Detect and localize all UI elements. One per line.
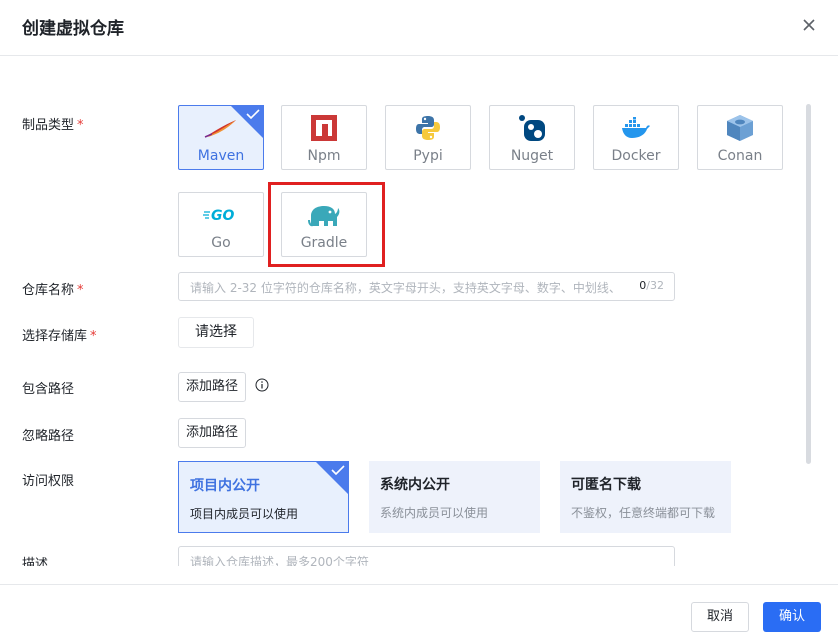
access-option-desc: 项目内成员可以使用 bbox=[190, 507, 299, 521]
nuget-icon bbox=[490, 114, 574, 142]
dialog-body: 制品类型 * Maven Npm Pypi Nuget Docker Conan… bbox=[0, 56, 838, 566]
type-card-name: Nuget bbox=[510, 148, 554, 164]
type-card-name: Npm bbox=[307, 148, 341, 164]
required-mark: * bbox=[77, 118, 84, 133]
cancel-button[interactable]: 取消 bbox=[691, 602, 749, 632]
description-label: 描述 bbox=[22, 557, 49, 566]
repo-name-input[interactable]: 请输入 2-32 位字符的仓库名称，英文字母开头，支持英文字母、数字、中划线、 … bbox=[178, 272, 675, 301]
required-mark: * bbox=[90, 329, 97, 344]
access-option-title: 系统内公开 bbox=[380, 477, 450, 493]
type-card-nuget[interactable]: Nuget bbox=[489, 105, 575, 170]
access-option-desc: 不鉴权，任意终端都可下载 bbox=[571, 506, 716, 520]
access-option-system-public[interactable]: 系统内公开 系统内成员可以使用 bbox=[369, 461, 540, 533]
artifact-type-label: 制品类型 * bbox=[22, 114, 84, 133]
storage-label: 选择存储库 * bbox=[22, 325, 97, 344]
type-card-pypi[interactable]: Pypi bbox=[385, 105, 471, 170]
type-card-npm[interactable]: Npm bbox=[281, 105, 367, 170]
close-icon[interactable] bbox=[798, 14, 820, 36]
access-option-title: 项目内公开 bbox=[190, 478, 260, 494]
ignore-path-label: 忽略路径 bbox=[22, 429, 75, 444]
access-option-anonymous[interactable]: 可匿名下载 不鉴权，任意终端都可下载 bbox=[560, 461, 731, 533]
highlight-box bbox=[268, 182, 385, 267]
python-icon bbox=[386, 114, 470, 142]
access-option-title: 可匿名下载 bbox=[571, 477, 641, 493]
repo-name-placeholder: 请输入 2-32 位字符的仓库名称，英文字母开头，支持英文字母、数字、中划线、 bbox=[190, 281, 621, 295]
repo-name-label-text: 仓库名称 bbox=[22, 283, 75, 298]
access-option-project-public[interactable]: 项目内公开 项目内成员可以使用 bbox=[178, 461, 349, 533]
access-label: 访问权限 bbox=[22, 474, 75, 489]
docker-whale-icon bbox=[594, 114, 678, 142]
type-card-conan[interactable]: Conan bbox=[697, 105, 783, 170]
create-virtual-repo-dialog: 创建虚拟仓库 制品类型 * Maven Npm Pypi Nuget Docke… bbox=[0, 0, 838, 642]
dialog-header: 创建虚拟仓库 bbox=[0, 0, 838, 56]
conan-cube-icon bbox=[698, 114, 782, 142]
select-storage-button[interactable]: 请选择 bbox=[178, 317, 254, 348]
repo-name-label: 仓库名称 * bbox=[22, 279, 84, 298]
type-card-maven[interactable]: Maven bbox=[178, 105, 264, 170]
npm-icon bbox=[282, 114, 366, 142]
dialog-title: 创建虚拟仓库 bbox=[22, 19, 124, 39]
check-icon bbox=[331, 465, 345, 475]
description-placeholder: 请输入仓库描述，最多200个字符 bbox=[190, 555, 369, 566]
dialog-footer: 取消 确认 bbox=[0, 584, 838, 642]
type-card-docker[interactable]: Docker bbox=[593, 105, 679, 170]
type-card-name: Go bbox=[211, 235, 231, 251]
artifact-type-label-text: 制品类型 bbox=[22, 118, 75, 133]
type-card-name: Docker bbox=[611, 148, 661, 164]
add-include-path-button[interactable]: 添加路径 bbox=[178, 372, 246, 402]
check-icon bbox=[246, 109, 260, 119]
type-card-go[interactable]: GO Go bbox=[178, 192, 264, 257]
storage-label-text: 选择存储库 bbox=[22, 329, 88, 344]
required-mark: * bbox=[77, 283, 84, 298]
access-option-desc: 系统内成员可以使用 bbox=[380, 506, 489, 520]
info-circle-icon[interactable] bbox=[255, 378, 269, 392]
go-logo-icon: GO bbox=[179, 201, 263, 229]
add-ignore-path-button[interactable]: 添加路径 bbox=[178, 418, 246, 448]
confirm-button[interactable]: 确认 bbox=[763, 602, 821, 632]
scrollbar[interactable] bbox=[806, 104, 811, 464]
type-card-name: Pypi bbox=[413, 148, 443, 164]
include-path-label: 包含路径 bbox=[22, 382, 75, 397]
type-card-name: Maven bbox=[197, 148, 245, 164]
type-card-name: Conan bbox=[717, 148, 763, 164]
char-count-max: /32 bbox=[646, 279, 664, 292]
svg-text:GO: GO bbox=[211, 208, 234, 223]
description-textarea[interactable]: 请输入仓库描述，最多200个字符 bbox=[178, 546, 675, 566]
char-counter: 0/32 bbox=[639, 279, 664, 292]
